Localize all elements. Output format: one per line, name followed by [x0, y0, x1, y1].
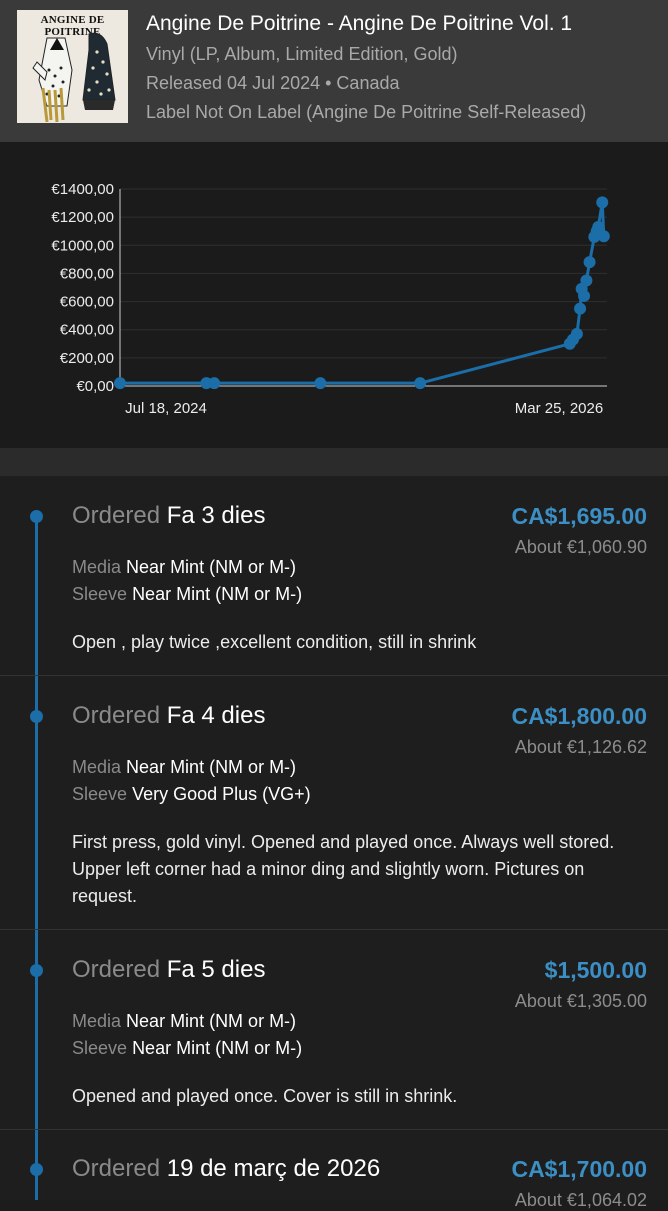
timeline-line — [35, 516, 38, 1200]
ordered-when: 19 de març de 2026 — [166, 1155, 381, 1182]
ordered-label: Ordered — [72, 702, 161, 729]
ordered-label: Ordered — [72, 1155, 161, 1182]
data-point — [570, 327, 583, 340]
row-divider — [0, 675, 668, 676]
listing-comment: Open , play twice ,excellent condition, … — [72, 632, 477, 652]
timeline-dot — [30, 1163, 43, 1176]
data-point — [314, 377, 327, 390]
data-point — [597, 230, 610, 243]
media-condition: Media Near Mint (NM or M-) — [72, 557, 296, 578]
listing-comment: First press, gold vinyl. Opened and play… — [72, 832, 615, 906]
data-point — [574, 302, 587, 315]
listing-price-converted: About €1,060.90 — [514, 537, 647, 557]
ordered-label: Ordered — [72, 956, 161, 983]
listing-ordered: Ordered Fa 4 dies — [72, 702, 265, 730]
data-point — [583, 256, 596, 269]
data-point — [414, 377, 427, 390]
sleeve-condition: Sleeve Very Good Plus (VG+) — [72, 784, 311, 805]
listing-comment: Opened and played once. Cover is still i… — [72, 1086, 458, 1106]
series-line — [120, 202, 606, 385]
sleeve-label: Sleeve — [72, 584, 128, 604]
sleeve-label: Sleeve — [72, 1038, 128, 1058]
timeline-dot — [30, 510, 43, 523]
price-history-svg: €0,00 €200,00 €400,00 €600,00 €800,00 €1000,0… — [51, 181, 610, 417]
x-tick-label: Mar 25, 2026 — [515, 400, 603, 417]
listing-price[interactable]: CA$1,695.00 — [511, 503, 647, 530]
release-header: ANGINE DE POITRINE Angine De Poitrine - … — [0, 0, 668, 142]
media-label: Media — [72, 757, 122, 777]
listing-price-converted: About €1,126.62 — [514, 737, 647, 757]
album-cover[interactable]: ANGINE DE POITRINE — [17, 10, 128, 123]
media-value: Near Mint (NM or M-) — [126, 757, 297, 777]
section-divider — [0, 448, 668, 476]
listing-price-converted: About €1,064.02 — [514, 1190, 647, 1210]
sleeve-value: Near Mint (NM or M-) — [132, 1038, 303, 1058]
sleeve-label: Sleeve — [72, 784, 128, 804]
sleeve-condition: Sleeve Near Mint (NM or M-) — [72, 584, 302, 605]
data-point — [114, 377, 126, 390]
media-value: Near Mint (NM or M-) — [126, 1011, 297, 1031]
ordered-when: Fa 5 dies — [166, 956, 266, 983]
y-tick-label: €1200,00 — [51, 209, 114, 226]
y-tick-label: €0,00 — [76, 378, 114, 395]
x-tick-label: Jul 18, 2024 — [125, 400, 207, 417]
y-tick-label: €200,00 — [60, 350, 114, 367]
listing-price[interactable]: CA$1,800.00 — [511, 703, 647, 730]
data-point — [596, 196, 609, 209]
data-point — [208, 377, 221, 390]
y-tick-label: €1000,00 — [51, 237, 114, 254]
listing-ordered: Ordered 19 de març de 2026 — [72, 1155, 380, 1183]
album-art-icon — [32, 32, 116, 123]
timeline-dot — [30, 964, 43, 977]
media-value: Near Mint (NM or M-) — [126, 557, 297, 577]
listing-ordered: Ordered Fa 3 dies — [72, 502, 265, 530]
media-label: Media — [72, 1011, 122, 1031]
release-date-country: Released 04 Jul 2024 • Canada — [146, 73, 400, 93]
listing-price[interactable]: $1,500.00 — [545, 957, 647, 984]
y-tick-label: €800,00 — [60, 265, 114, 282]
release-title[interactable]: Angine De Poitrine - Angine De Poitrine … — [146, 12, 572, 36]
media-label: Media — [72, 557, 122, 577]
sleeve-value: Near Mint (NM or M-) — [132, 584, 303, 604]
release-format: Vinyl (LP, Album, Limited Edition, Gold) — [146, 44, 458, 64]
listing-price-converted: About €1,305.00 — [514, 991, 647, 1011]
sleeve-condition: Sleeve Near Mint (NM or M-) — [72, 1038, 302, 1059]
listing-ordered: Ordered Fa 5 dies — [72, 956, 265, 984]
ordered-when: Fa 3 dies — [166, 502, 266, 529]
y-tick-label: €600,00 — [60, 294, 114, 311]
data-point — [578, 289, 591, 302]
ordered-when: Fa 4 dies — [166, 702, 266, 729]
ordered-label: Ordered — [72, 502, 161, 529]
release-label: Label Not On Label (Angine De Poitrine S… — [146, 102, 587, 122]
data-point — [580, 274, 593, 287]
sleeve-value: Very Good Plus (VG+) — [132, 784, 311, 804]
media-condition: Media Near Mint (NM or M-) — [72, 1011, 296, 1032]
timeline-dot — [30, 710, 43, 723]
price-history-chart: €0,00 €200,00 €400,00 €600,00 €800,00 €1000,0… — [0, 142, 668, 448]
y-tick-label: €1400,00 — [51, 181, 114, 198]
listing-price[interactable]: CA$1,700.00 — [511, 1156, 647, 1183]
row-divider — [0, 1129, 668, 1130]
y-tick-label: €400,00 — [60, 322, 114, 339]
row-divider — [0, 929, 668, 930]
media-condition: Media Near Mint (NM or M-) — [72, 757, 296, 778]
